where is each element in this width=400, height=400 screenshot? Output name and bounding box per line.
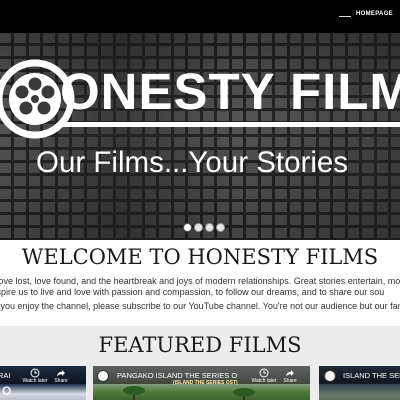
intro-text-line: ded to inspire us to live and love with … xyxy=(0,287,385,297)
video-embed-3[interactable]: ISLAND THE SERIE xyxy=(319,366,400,400)
intro-text-line: If you enjoy the channel, please subscri… xyxy=(0,301,400,311)
watch-later-label: Watch later xyxy=(251,378,277,384)
slider-dot-4[interactable] xyxy=(216,223,225,232)
channel-avatar[interactable] xyxy=(324,370,336,382)
watch-later-label: Watch later xyxy=(22,378,48,384)
slider-pagination xyxy=(183,223,225,233)
share-button[interactable]: Share xyxy=(277,368,303,384)
share-button[interactable]: Share xyxy=(48,368,74,384)
share-icon xyxy=(286,370,294,377)
watch-later-button[interactable]: Watch later xyxy=(251,368,277,384)
channel-avatar[interactable] xyxy=(97,370,109,382)
video-title[interactable]: PANGAKO ISLAND THE SERIES OFF xyxy=(117,371,237,380)
logo-wordmark: ONESTY FILM xyxy=(60,63,400,120)
top-nav-bar: HOMEPAGE xyxy=(0,0,400,33)
share-label: Share xyxy=(283,378,297,384)
share-icon xyxy=(57,370,65,377)
welcome-heading: WELCOME TO HONESTY FILMS xyxy=(21,245,379,269)
video-embed-2[interactable]: PANGAKO ISLAND THE SERIES OFF (ISLAND TH… xyxy=(93,366,310,400)
clock-icon xyxy=(30,368,40,378)
video-title[interactable]: ISLAND THE SERIE xyxy=(343,371,400,380)
thumbnail-watermark: O xyxy=(2,384,14,398)
slider-dot-2[interactable] xyxy=(194,223,203,232)
intro-text-line: tories of love lost, love found, and the… xyxy=(0,276,400,286)
palm-tree-crown xyxy=(123,386,145,395)
nav-homepage-link[interactable]: HOMEPAGE xyxy=(356,11,393,17)
watch-later-button[interactable]: Watch later xyxy=(22,368,48,384)
video-subtitle: (ISLAND THE SERIES OST) xyxy=(173,380,238,386)
slider-dot-1[interactable] xyxy=(183,223,192,232)
hero-tagline: Our Films...Your Stories xyxy=(36,146,349,179)
slider-dot-3[interactable] xyxy=(205,223,214,232)
video-title[interactable]: RAI xyxy=(0,371,22,380)
clock-icon xyxy=(259,368,269,378)
nav-active-indicator xyxy=(339,16,351,17)
page: HOMEPAGE ONESTY FILM Our Films...Your St… xyxy=(0,0,400,400)
logo-underline xyxy=(62,122,400,127)
featured-heading: FEATURED FILMS xyxy=(98,333,302,357)
hero-slider: ONESTY FILM Our Films...Your Stories xyxy=(0,33,400,240)
video-embed-1[interactable]: O RAI Watch later Share xyxy=(0,366,86,400)
palm-tree-crown xyxy=(233,388,255,397)
share-label: Share xyxy=(54,378,68,384)
